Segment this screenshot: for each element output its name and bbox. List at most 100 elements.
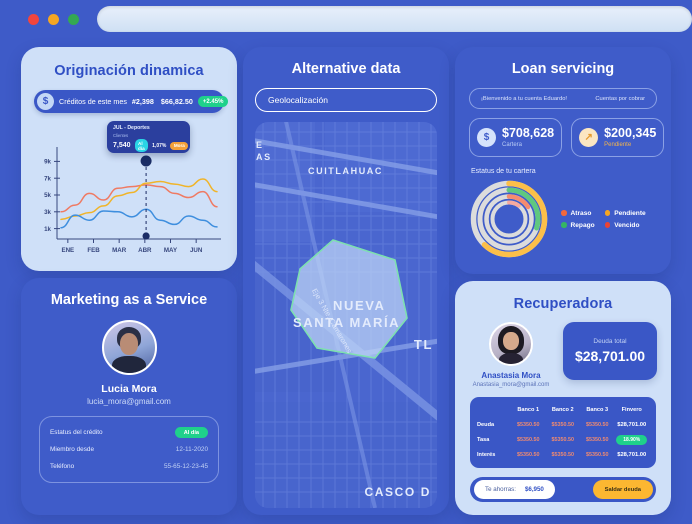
portfolio-status-chart: Atraso Pendiente Repago Vencido bbox=[467, 177, 659, 261]
y-tick-label: 9k bbox=[44, 159, 51, 166]
welcome-message: ¡Bienvenido a tu cuenta Eduardo! bbox=[481, 95, 568, 102]
row-key: Interés bbox=[477, 451, 496, 458]
cell-value: $5350.50 bbox=[586, 451, 609, 458]
recuperadora-title: Recuperadora bbox=[513, 296, 613, 312]
map-label-santa-maria: SANTA MARÍA bbox=[293, 315, 401, 330]
avatar bbox=[101, 320, 157, 375]
origination-chart[interactable]: JUL - Deportes Clientes 7,540 Al día 1,0… bbox=[33, 119, 225, 271]
window-controls bbox=[28, 13, 79, 25]
tooltip-chip-ok: Al día bbox=[134, 139, 149, 152]
arrow-up-right-icon: ↗ bbox=[579, 128, 599, 147]
close-icon[interactable] bbox=[28, 13, 39, 25]
y-tick-label: 1k bbox=[44, 226, 51, 233]
chart-highlight-marker-top[interactable] bbox=[140, 155, 152, 167]
settle-debt-button[interactable]: Saldar deuda bbox=[592, 480, 653, 499]
geolocation-label: Geolocalización bbox=[268, 95, 329, 105]
origination-title: Originación dinamica bbox=[54, 63, 204, 79]
map-label-as: AS bbox=[256, 152, 272, 162]
credits-amount: $66,82.50 bbox=[160, 97, 193, 106]
y-tick-label: 5k bbox=[44, 192, 51, 199]
origination-card: Originación dinamica $ Créditos de este … bbox=[21, 47, 237, 271]
avatar-face bbox=[503, 332, 519, 350]
recuperadora-user-email: Anastasia_mora@gmail.com bbox=[472, 382, 550, 388]
minimize-icon[interactable] bbox=[48, 13, 59, 25]
bank-comparison-table: Banco 1 Banco 2 Banco 3 Finvero Deuda $5350.5… bbox=[470, 397, 656, 468]
legend-item-pendiente: Pendiente bbox=[604, 210, 646, 217]
avatar-face bbox=[119, 333, 139, 355]
donut-legend: Atraso Pendiente Repago Vencido bbox=[561, 210, 646, 229]
table-row: Miembro desde 12-11-2020 bbox=[50, 441, 208, 458]
address-bar[interactable] bbox=[97, 6, 692, 32]
table-row: Interés $5350.50 $5350.50 $5350.50 $28,701.0… bbox=[477, 447, 649, 462]
chart-tooltip: JUL - Deportes Clientes 7,540 Al día 1,0… bbox=[107, 121, 190, 153]
monthly-credits-banner[interactable]: $ Créditos de este mes #2,398 $66,82.50 … bbox=[34, 90, 229, 113]
map-view[interactable]: Eje 3 Nte. Camarones CUITLAHUAC NUEVA SA… bbox=[255, 122, 437, 508]
cell-value: $5350.50 bbox=[586, 436, 609, 443]
cell-value: $5350.50 bbox=[517, 421, 540, 428]
chart-highlight-marker-bottom[interactable] bbox=[142, 232, 150, 240]
cell-value: $5350.50 bbox=[551, 436, 574, 443]
dashboard-grid: Originación dinamica $ Créditos de este … bbox=[0, 38, 692, 524]
marketing-user-name: Lucia Mora bbox=[101, 383, 157, 395]
tooltip-percent: 1,07% bbox=[152, 142, 167, 149]
stat-cartera[interactable]: $ $708,628 Cartera bbox=[469, 118, 563, 157]
savings-value: $6,950 bbox=[524, 486, 544, 493]
table-header-row: Banco 1 Banco 2 Banco 3 Finvero bbox=[477, 402, 649, 417]
map-label-tl: TL bbox=[413, 337, 433, 352]
dollar-icon: $ bbox=[37, 93, 54, 110]
series-line-repago bbox=[60, 208, 218, 229]
savings-pill: Te ahorras: $6,950 bbox=[474, 480, 555, 499]
total-debt-box: Deuda total $28,701.00 bbox=[563, 322, 657, 380]
legend-dot-icon bbox=[604, 222, 611, 228]
cell-value: $5350.50 bbox=[551, 421, 574, 428]
total-debt-value: $28,701.00 bbox=[574, 348, 646, 364]
map-label-casco: CASCO D bbox=[364, 485, 431, 499]
loan-servicing-title: Loan servicing bbox=[511, 61, 615, 77]
x-tick-label: MAY bbox=[164, 247, 178, 254]
stat-pendiente-value: $200,345 bbox=[604, 126, 657, 141]
geolocation-filter[interactable]: Geolocalización bbox=[255, 88, 437, 112]
savings-label: Te ahorras: bbox=[485, 486, 516, 493]
legend-dot-icon bbox=[604, 210, 611, 216]
legend-item-vencido: Vencido bbox=[604, 221, 646, 229]
avatar bbox=[489, 322, 533, 366]
y-tick-label: 7k bbox=[44, 175, 51, 182]
maximize-icon[interactable] bbox=[68, 13, 79, 25]
legend-dot-icon bbox=[561, 222, 567, 228]
accounts-receivable-label: Cuentas por cobrar bbox=[595, 95, 645, 102]
table-row: Teléfono 55-65-12-23-45 bbox=[50, 458, 208, 475]
x-tick-label: MAR bbox=[112, 247, 127, 254]
cell-value-finvero: $28,701.00 bbox=[617, 451, 647, 458]
tooltip-chip-bad: Mora bbox=[170, 141, 189, 150]
row-key: Estatus del crédito bbox=[50, 429, 103, 436]
rate-badge: 18.90% bbox=[616, 434, 648, 445]
x-tick-label: JUN bbox=[190, 247, 203, 254]
cell-value-finvero: $28,701.00 bbox=[617, 421, 647, 428]
x-tick-label: ENE bbox=[61, 247, 74, 254]
tooltip-title: JUL - Deportes bbox=[113, 125, 150, 131]
total-debt-label: Deuda total bbox=[593, 338, 627, 345]
row-value: 55-65-12-23-45 bbox=[163, 463, 208, 470]
x-tick-label: ABR bbox=[138, 247, 152, 254]
loan-servicing-card: Loan servicing ¡Bienvenido a tu cuenta E… bbox=[455, 47, 671, 274]
welcome-bar: ¡Bienvenido a tu cuenta Eduardo! Cuentas… bbox=[469, 88, 657, 109]
map-label-e: E bbox=[256, 140, 264, 150]
legend-item-atraso: Atraso bbox=[561, 210, 595, 217]
cell-value: $5350.50 bbox=[586, 421, 609, 428]
row-key: Teléfono bbox=[50, 463, 75, 470]
row-value: 12-11-2020 bbox=[175, 446, 208, 453]
table-row: Deuda $5350.50 $5350.50 $5350.50 $28,701.00 bbox=[477, 417, 649, 432]
x-tick-label: FEB bbox=[87, 247, 100, 254]
donut-chart-svg bbox=[470, 180, 548, 258]
table-row: Estatus del crédito Al día bbox=[50, 424, 208, 441]
column-header: Finvero bbox=[621, 406, 642, 413]
portfolio-status-title: Estatus de tu cartera bbox=[471, 168, 536, 175]
marketing-details-table: Estatus del crédito Al día Miembro desde 12… bbox=[39, 416, 219, 483]
legend-label: Vencido bbox=[614, 221, 640, 229]
recuperadora-person: Anastasia Mora Anastasia_mora@gmail.com bbox=[469, 322, 553, 388]
tooltip-subtitle: Clientes bbox=[113, 133, 129, 138]
legend-dot-icon bbox=[561, 210, 567, 216]
stat-cartera-value: $708,628 bbox=[502, 126, 555, 141]
stat-pendiente[interactable]: ↗ $200,345 Pendiente bbox=[571, 118, 665, 157]
recuperadora-card: Recuperadora Anastasia Mora Anastasia_mo… bbox=[455, 281, 671, 515]
